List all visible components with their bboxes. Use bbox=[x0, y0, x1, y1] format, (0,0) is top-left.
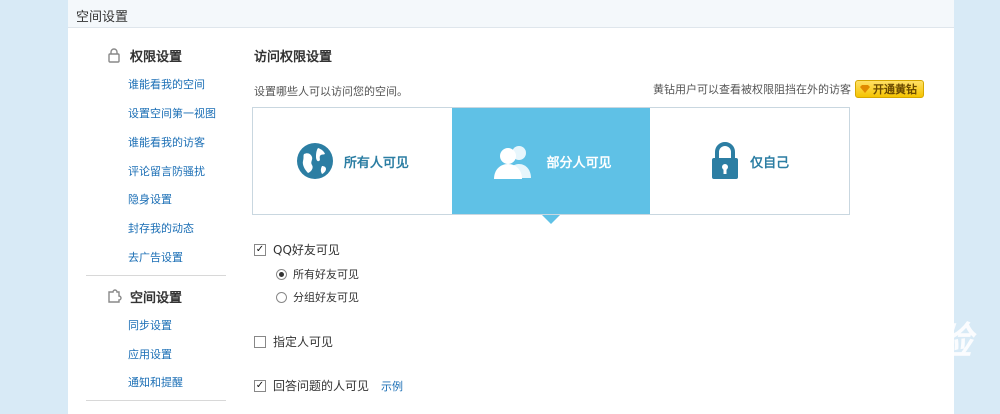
top-bar bbox=[68, 0, 954, 28]
qq-friends-option: ✓ QQ好友可见 bbox=[254, 241, 340, 258]
specified-people-label: 指定人可见 bbox=[273, 335, 334, 349]
sidebar-item-sync[interactable]: 同步设置 bbox=[128, 317, 172, 333]
section-title: 访问权限设置 bbox=[254, 50, 333, 65]
answer-question-checkbox[interactable]: ✓ bbox=[254, 379, 266, 392]
radio-dot bbox=[279, 271, 284, 277]
yellow-diamond-promo: 黄钻用户可以查看被权限阻挡在外的访客 开通黄钻 bbox=[653, 80, 924, 98]
sidebar-divider bbox=[86, 275, 226, 276]
group-friends-radio[interactable] bbox=[276, 291, 287, 303]
group-friends-label: 分组好友可见 bbox=[293, 291, 359, 304]
visibility-selector: 所有人可见 部分人可见 仅自己 bbox=[252, 107, 850, 215]
padlock-icon bbox=[712, 142, 739, 179]
sidebar-divider bbox=[86, 400, 226, 401]
answer-question-label: 回答问题的人可见 bbox=[273, 379, 370, 393]
globe-icon bbox=[296, 143, 333, 179]
option-label: 部分人可见 bbox=[546, 155, 612, 171]
option-label: 所有人可见 bbox=[343, 155, 409, 171]
watermark-url: jingyan.baidu.com bbox=[778, 356, 908, 372]
group-friends-option: 分组好友可见 bbox=[276, 289, 359, 305]
sidebar-group-title: 空间设置 bbox=[130, 290, 183, 306]
sidebar-item-apps[interactable]: 应用设置 bbox=[128, 346, 172, 362]
lock-icon bbox=[108, 48, 120, 63]
sidebar-group-title: 权限设置 bbox=[130, 49, 183, 65]
sidebar-item-notifications[interactable]: 通知和提醒 bbox=[128, 374, 183, 390]
sidebar-item-first-view[interactable]: 设置空间第一视图 bbox=[128, 105, 216, 121]
diamond-icon bbox=[860, 85, 870, 93]
all-friends-option: 所有好友可见 bbox=[276, 266, 359, 282]
option-some-people[interactable]: 部分人可见 bbox=[451, 108, 651, 214]
baidu-watermark: Baidu经验 jingyan.baidu.com bbox=[768, 296, 973, 372]
all-friends-radio[interactable] bbox=[276, 268, 287, 280]
qq-friends-label: QQ好友可见 bbox=[273, 243, 340, 257]
sidebar-item-invisible[interactable]: 隐身设置 bbox=[128, 191, 172, 207]
sidebar-group-space: 空间设置 bbox=[106, 287, 183, 306]
people-icon bbox=[493, 146, 531, 179]
example-link[interactable]: 示例 bbox=[381, 378, 403, 394]
sidebar-item-who-can-see-visitors[interactable]: 谁能看我的访客 bbox=[128, 134, 205, 150]
sidebar-item-anti-harassment[interactable]: 评论留言防骚扰 bbox=[128, 163, 205, 179]
sidebar-item-remove-ads[interactable]: 去广告设置 bbox=[128, 249, 183, 265]
selected-option-pointer bbox=[542, 215, 560, 224]
qq-friends-checkbox[interactable]: ✓ bbox=[254, 243, 266, 256]
promo-text: 黄钻用户可以查看被权限阻挡在外的访客 bbox=[653, 83, 851, 96]
option-label: 仅自己 bbox=[750, 155, 790, 171]
puzzle-icon bbox=[108, 289, 122, 303]
option-only-me[interactable]: 仅自己 bbox=[650, 108, 849, 214]
sidebar-group-permission: 权限设置 bbox=[106, 46, 183, 65]
promo-button-label: 开通黄钻 bbox=[873, 83, 917, 96]
sidebar-item-archive-feed[interactable]: 封存我的动态 bbox=[128, 220, 194, 236]
answer-question-option: ✓ 回答问题的人可见 示例 bbox=[254, 377, 403, 394]
open-yellow-diamond-button[interactable]: 开通黄钻 bbox=[855, 80, 924, 98]
page-header-title: 空间设置 bbox=[76, 10, 129, 25]
section-description: 设置哪些人可以访问您的空间。 bbox=[254, 85, 408, 98]
all-friends-label: 所有好友可见 bbox=[293, 268, 359, 281]
sidebar: 权限设置 谁能看我的空间 设置空间第一视图 谁能看我的访客 评论留言防骚扰 隐身… bbox=[68, 28, 228, 414]
sidebar-item-who-can-view[interactable]: 谁能看我的空间 bbox=[128, 76, 205, 92]
option-everyone[interactable]: 所有人可见 bbox=[253, 108, 452, 214]
specified-people-option: 指定人可见 bbox=[254, 333, 333, 350]
specified-people-checkbox[interactable] bbox=[254, 335, 266, 348]
